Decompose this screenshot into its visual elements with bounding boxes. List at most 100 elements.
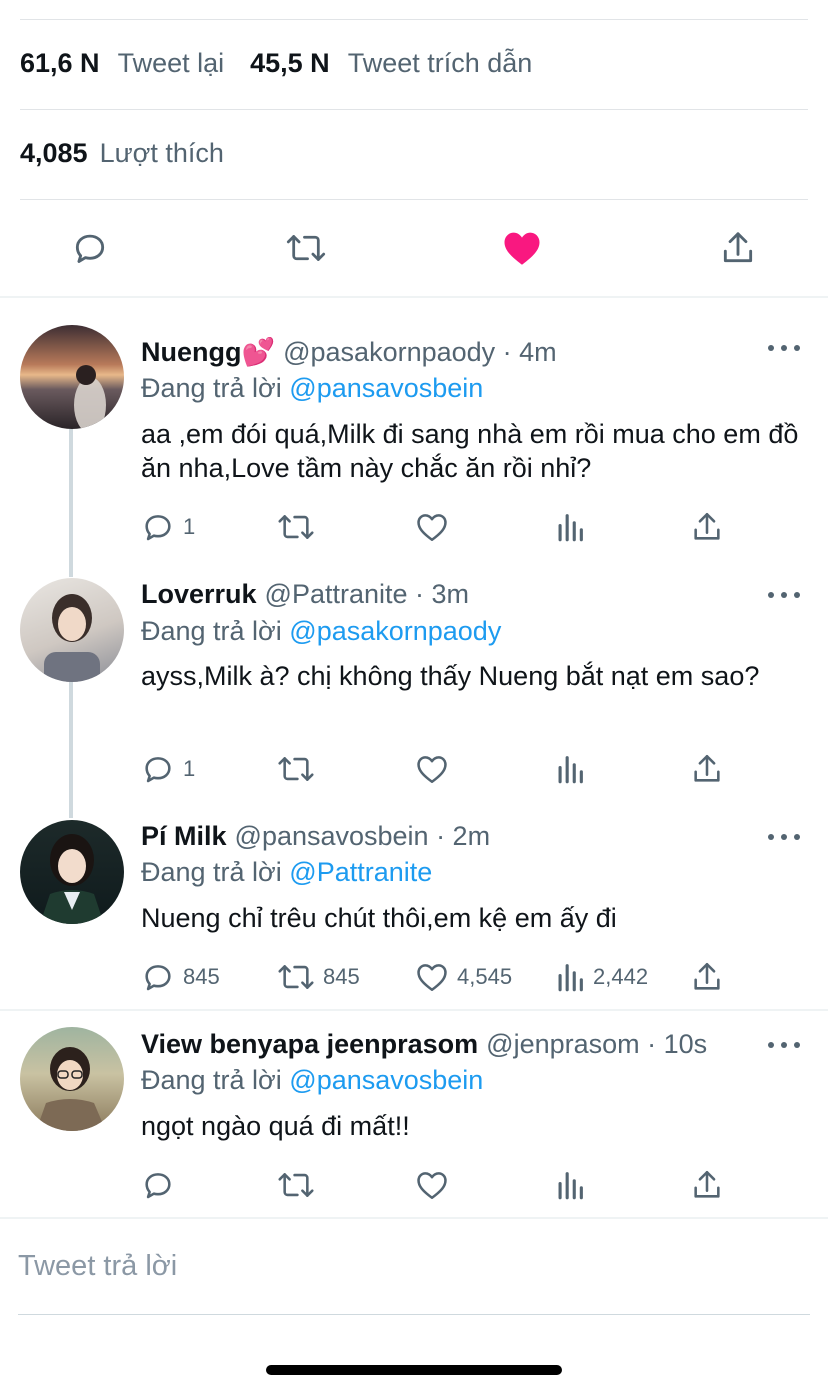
display-name[interactable]: Loverruk xyxy=(141,579,257,610)
tweet-actions: 845 845 4,545 2,442 xyxy=(0,957,828,997)
replying-prefix: Đang trả lời xyxy=(141,857,282,887)
retweet-icon xyxy=(286,235,326,261)
retweet-count: 845 xyxy=(323,964,360,989)
share-button[interactable] xyxy=(690,1165,724,1205)
retweet-button[interactable] xyxy=(286,222,326,274)
reply-input[interactable]: Tweet trả lời xyxy=(18,1250,177,1283)
tweet-actions xyxy=(0,1165,828,1205)
handle-time[interactable]: @Pattranite · 3m xyxy=(265,579,469,610)
reply-count: 1 xyxy=(183,514,196,539)
reply-button[interactable]: 1 xyxy=(141,507,195,547)
reply-icon xyxy=(145,1173,171,1199)
heart-icon xyxy=(417,1172,447,1200)
avatar[interactable] xyxy=(20,578,124,682)
tweet-actions: 1 xyxy=(0,507,828,547)
reply-icon xyxy=(145,757,171,783)
replying-to-link[interactable]: @pansavosbein xyxy=(289,373,483,403)
retweets-count[interactable]: 61,6 N xyxy=(20,48,100,79)
reply-button[interactable] xyxy=(141,1165,175,1205)
like-button[interactable] xyxy=(415,1165,449,1205)
home-indicator[interactable] xyxy=(266,1365,562,1375)
more-options-button[interactable] xyxy=(768,338,800,358)
replying-prefix: Đang trả lời xyxy=(141,373,282,403)
view-count: 2,442 xyxy=(593,964,649,989)
tweet-header: Pí Milk @pansavosbein · 2m xyxy=(141,821,758,852)
reply-button[interactable]: 845 xyxy=(141,957,220,997)
views-icon xyxy=(558,756,583,784)
share-button[interactable] xyxy=(690,957,724,997)
heart-icon xyxy=(417,964,447,992)
replying-to: Đang trả lời @pasakornpaody xyxy=(141,616,501,647)
retweet-stats: 61,6 N Tweet lại 45,5 N Tweet trích dẫn xyxy=(20,48,558,79)
tweet-text: ngọt ngào quá đi mất!! xyxy=(141,1111,410,1141)
share-button[interactable] xyxy=(718,222,758,274)
avatar[interactable] xyxy=(20,820,124,924)
like-button[interactable] xyxy=(502,222,542,274)
tweet-header: Nuengg💕 @pasakornpaody · 4m xyxy=(141,336,758,368)
more-options-button[interactable] xyxy=(768,827,800,847)
main-action-bar xyxy=(0,222,828,274)
divider xyxy=(0,1217,828,1219)
avatar[interactable] xyxy=(20,1027,124,1131)
share-button[interactable] xyxy=(690,749,724,789)
share-button[interactable] xyxy=(690,507,724,547)
reply-count: 845 xyxy=(183,964,220,989)
like-button[interactable] xyxy=(415,507,449,547)
replying-prefix: Đang trả lời xyxy=(141,1065,282,1095)
handle-time[interactable]: @pansavosbein · 2m xyxy=(235,821,491,852)
retweet-button[interactable] xyxy=(277,749,315,789)
replying-to: Đang trả lời @pansavosbein xyxy=(141,373,483,404)
views-button[interactable] xyxy=(555,507,585,547)
share-icon xyxy=(723,232,753,263)
reply-icon xyxy=(145,965,171,991)
tweet-text: ayss,Milk à? chị không thấy Nueng bắt nạ… xyxy=(141,661,760,691)
reply-icon xyxy=(145,515,171,541)
display-name[interactable]: View benyapa jeenprasom xyxy=(141,1029,478,1060)
views-icon xyxy=(558,1172,583,1200)
views-button[interactable] xyxy=(555,749,585,789)
quotes-label[interactable]: Tweet trích dẫn xyxy=(348,48,533,79)
retweet-button[interactable] xyxy=(277,1165,315,1205)
display-name[interactable]: Nuengg💕 xyxy=(141,336,275,368)
views-icon xyxy=(558,964,583,992)
heart-icon xyxy=(417,756,447,784)
more-options-button[interactable] xyxy=(768,1035,800,1055)
replying-prefix: Đang trả lời xyxy=(141,616,282,646)
share-icon xyxy=(694,754,720,782)
replying-to-link[interactable]: @Pattranite xyxy=(289,857,432,887)
thread-line xyxy=(69,429,73,577)
replying-to: Đang trả lời @pansavosbein xyxy=(141,1065,483,1096)
replying-to-link[interactable]: @pansavosbein xyxy=(289,1065,483,1095)
share-icon xyxy=(694,512,720,540)
more-options-button[interactable] xyxy=(768,585,800,605)
like-stats: 4,085 Lượt thích xyxy=(20,138,250,169)
tweet-text: Nueng chỉ trêu chút thôi,em kệ em ấy đi xyxy=(141,903,617,933)
replying-to: Đang trả lời @Pattranite xyxy=(141,857,432,888)
retweet-icon xyxy=(278,757,314,781)
heart-filled-icon xyxy=(504,232,540,265)
reply-count: 1 xyxy=(183,756,196,781)
retweets-label[interactable]: Tweet lại xyxy=(118,48,225,79)
tweet-text: aa ,em đói quá,Milk đi sang nhà em rồi m… xyxy=(141,419,799,483)
reply-button[interactable] xyxy=(70,222,110,274)
views-button[interactable] xyxy=(555,1165,585,1205)
handle-time[interactable]: @jenprasom · 10s xyxy=(486,1029,707,1060)
like-button[interactable] xyxy=(415,749,449,789)
tweet-header: View benyapa jeenprasom @jenprasom · 10s xyxy=(141,1029,758,1060)
quotes-count[interactable]: 45,5 N xyxy=(250,48,330,79)
handle-time[interactable]: @pasakornpaody · 4m xyxy=(283,337,557,368)
display-name[interactable]: Pí Milk xyxy=(141,821,227,852)
reply-icon xyxy=(75,234,105,263)
retweet-icon xyxy=(278,1173,314,1197)
replying-to-link[interactable]: @pasakornpaody xyxy=(289,616,501,646)
views-icon xyxy=(558,514,583,542)
reply-button[interactable]: 1 xyxy=(141,749,195,789)
avatar[interactable] xyxy=(20,325,124,429)
likes-count[interactable]: 4,085 xyxy=(20,138,88,169)
views-button[interactable]: 2,442 xyxy=(555,957,648,997)
divider xyxy=(20,109,808,110)
retweet-button[interactable]: 845 xyxy=(277,957,360,997)
likes-label[interactable]: Lượt thích xyxy=(100,138,224,169)
retweet-button[interactable] xyxy=(277,507,315,547)
like-button[interactable]: 4,545 xyxy=(415,957,512,997)
